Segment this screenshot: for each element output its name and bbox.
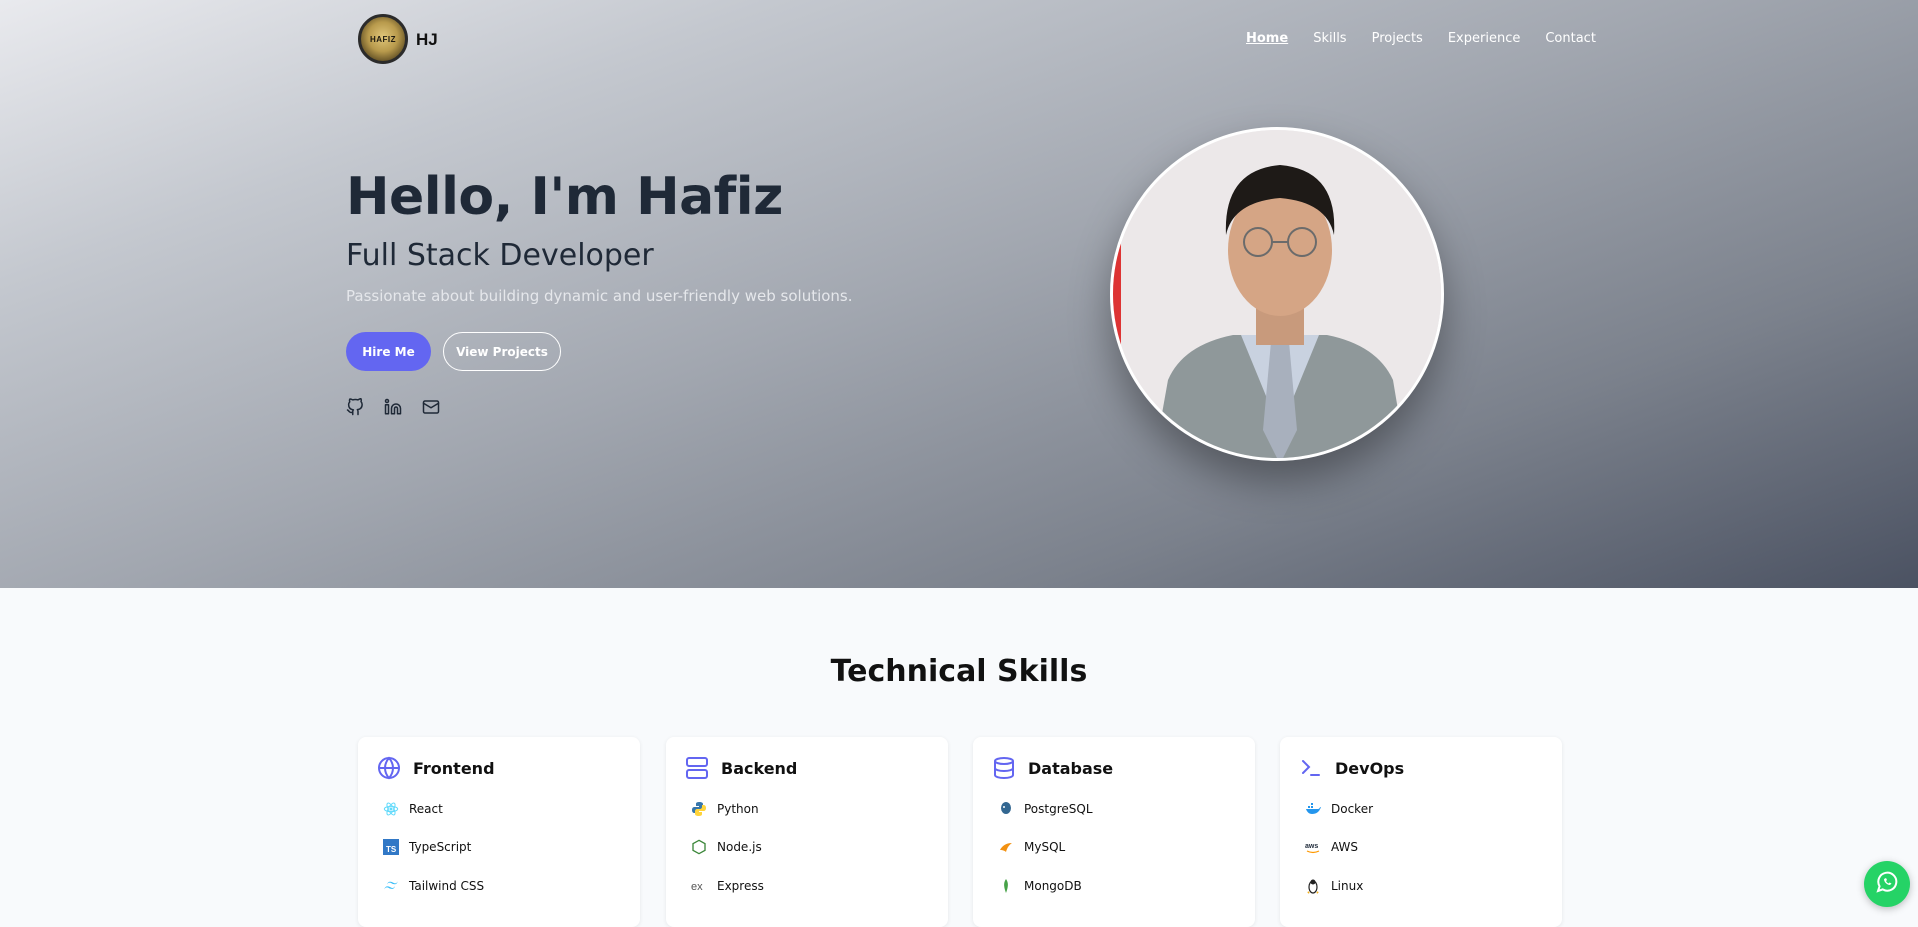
skill-label: Node.js (717, 840, 762, 854)
hero-section: HAFIZ HJ Home Skills Projects Experience… (0, 0, 1918, 588)
server-icon (685, 756, 709, 780)
skill-item: Tailwind CSS (383, 878, 484, 894)
skill-item: MySQL (998, 839, 1065, 855)
skill-card-frontend: Frontend React TS TypeScript Tailwind CS… (358, 737, 640, 927)
skill-item: aws AWS (1305, 839, 1358, 855)
card-title: Backend (721, 758, 798, 778)
database-icon (992, 756, 1016, 780)
skills-title: Technical Skills (830, 654, 1088, 689)
postgresql-icon (998, 801, 1014, 817)
nav-links: Home Skills Projects Experience Contact (1246, 31, 1596, 46)
tailwind-icon (383, 878, 399, 894)
logo-badge-text: HAFIZ (369, 34, 397, 44)
skill-label: Tailwind CSS (409, 879, 485, 893)
top-nav: HAFIZ HJ Home Skills Projects Experience… (0, 0, 1918, 78)
whatsapp-icon (1875, 870, 1899, 899)
typescript-icon: TS (383, 839, 399, 855)
nav-link-home[interactable]: Home (1246, 31, 1288, 46)
logo[interactable]: HAFIZ (358, 14, 408, 64)
svg-text:aws: aws (1305, 843, 1318, 850)
skill-card-backend: Backend Python Node.js ex Express (666, 737, 948, 927)
skill-item: ex Express (691, 878, 764, 894)
docker-icon (1305, 801, 1321, 817)
nav-link-projects[interactable]: Projects (1372, 31, 1423, 46)
nodejs-icon (691, 839, 707, 855)
profile-photo (1110, 127, 1444, 461)
linux-icon (1305, 878, 1321, 894)
skill-item: Node.js (691, 839, 762, 855)
skill-label: Express (717, 879, 764, 893)
python-icon (691, 801, 707, 817)
logo-text[interactable]: HJ (416, 30, 438, 50)
card-title: DevOps (1335, 758, 1405, 778)
github-icon[interactable] (346, 397, 364, 416)
skill-card-devops: DevOps Docker aws AWS Linux (1280, 737, 1562, 927)
skill-item: PostgreSQL (998, 801, 1093, 817)
skill-item: MongoDB (998, 878, 1082, 894)
skill-item: Linux (1305, 878, 1363, 894)
svg-text:ex: ex (691, 881, 703, 893)
hire-me-button[interactable]: Hire Me (346, 332, 431, 371)
skill-item: Python (691, 801, 759, 817)
mongodb-icon (998, 878, 1014, 894)
skill-label: AWS (1331, 840, 1359, 854)
nav-link-contact[interactable]: Contact (1545, 31, 1596, 46)
skill-label: MongoDB (1024, 879, 1082, 893)
hero-title: Hello, I'm Hafiz (346, 167, 783, 227)
mail-icon[interactable] (422, 398, 440, 416)
skill-item: React (383, 801, 443, 817)
react-icon (383, 801, 399, 817)
skill-label: PostgreSQL (1024, 802, 1093, 816)
terminal-icon (1299, 756, 1323, 780)
skill-item: Docker (1305, 801, 1373, 817)
aws-icon: aws (1305, 839, 1321, 855)
nav-link-skills[interactable]: Skills (1313, 31, 1346, 46)
whatsapp-button[interactable] (1864, 861, 1910, 907)
social-links (346, 397, 440, 416)
view-projects-button[interactable]: View Projects (443, 332, 561, 371)
nav-link-experience[interactable]: Experience (1448, 31, 1521, 46)
express-icon: ex (691, 878, 707, 894)
mysql-icon (998, 839, 1014, 855)
skill-item: TS TypeScript (383, 839, 471, 855)
skill-label: TypeScript (409, 840, 472, 854)
skill-label: Python (717, 802, 759, 816)
skill-card-database: Database PostgreSQL MySQL MongoDB (973, 737, 1255, 927)
card-title: Frontend (413, 758, 495, 778)
skill-label: React (409, 802, 443, 816)
skill-label: Docker (1331, 802, 1374, 816)
svg-text:TS: TS (386, 845, 397, 854)
skill-label: MySQL (1024, 840, 1066, 854)
skill-label: Linux (1331, 879, 1364, 893)
hero-subtitle: Full Stack Developer (346, 238, 654, 273)
linkedin-icon[interactable] (384, 398, 402, 416)
hero-description: Passionate about building dynamic and us… (346, 287, 853, 305)
card-title: Database (1028, 758, 1114, 778)
globe-icon (377, 756, 401, 780)
